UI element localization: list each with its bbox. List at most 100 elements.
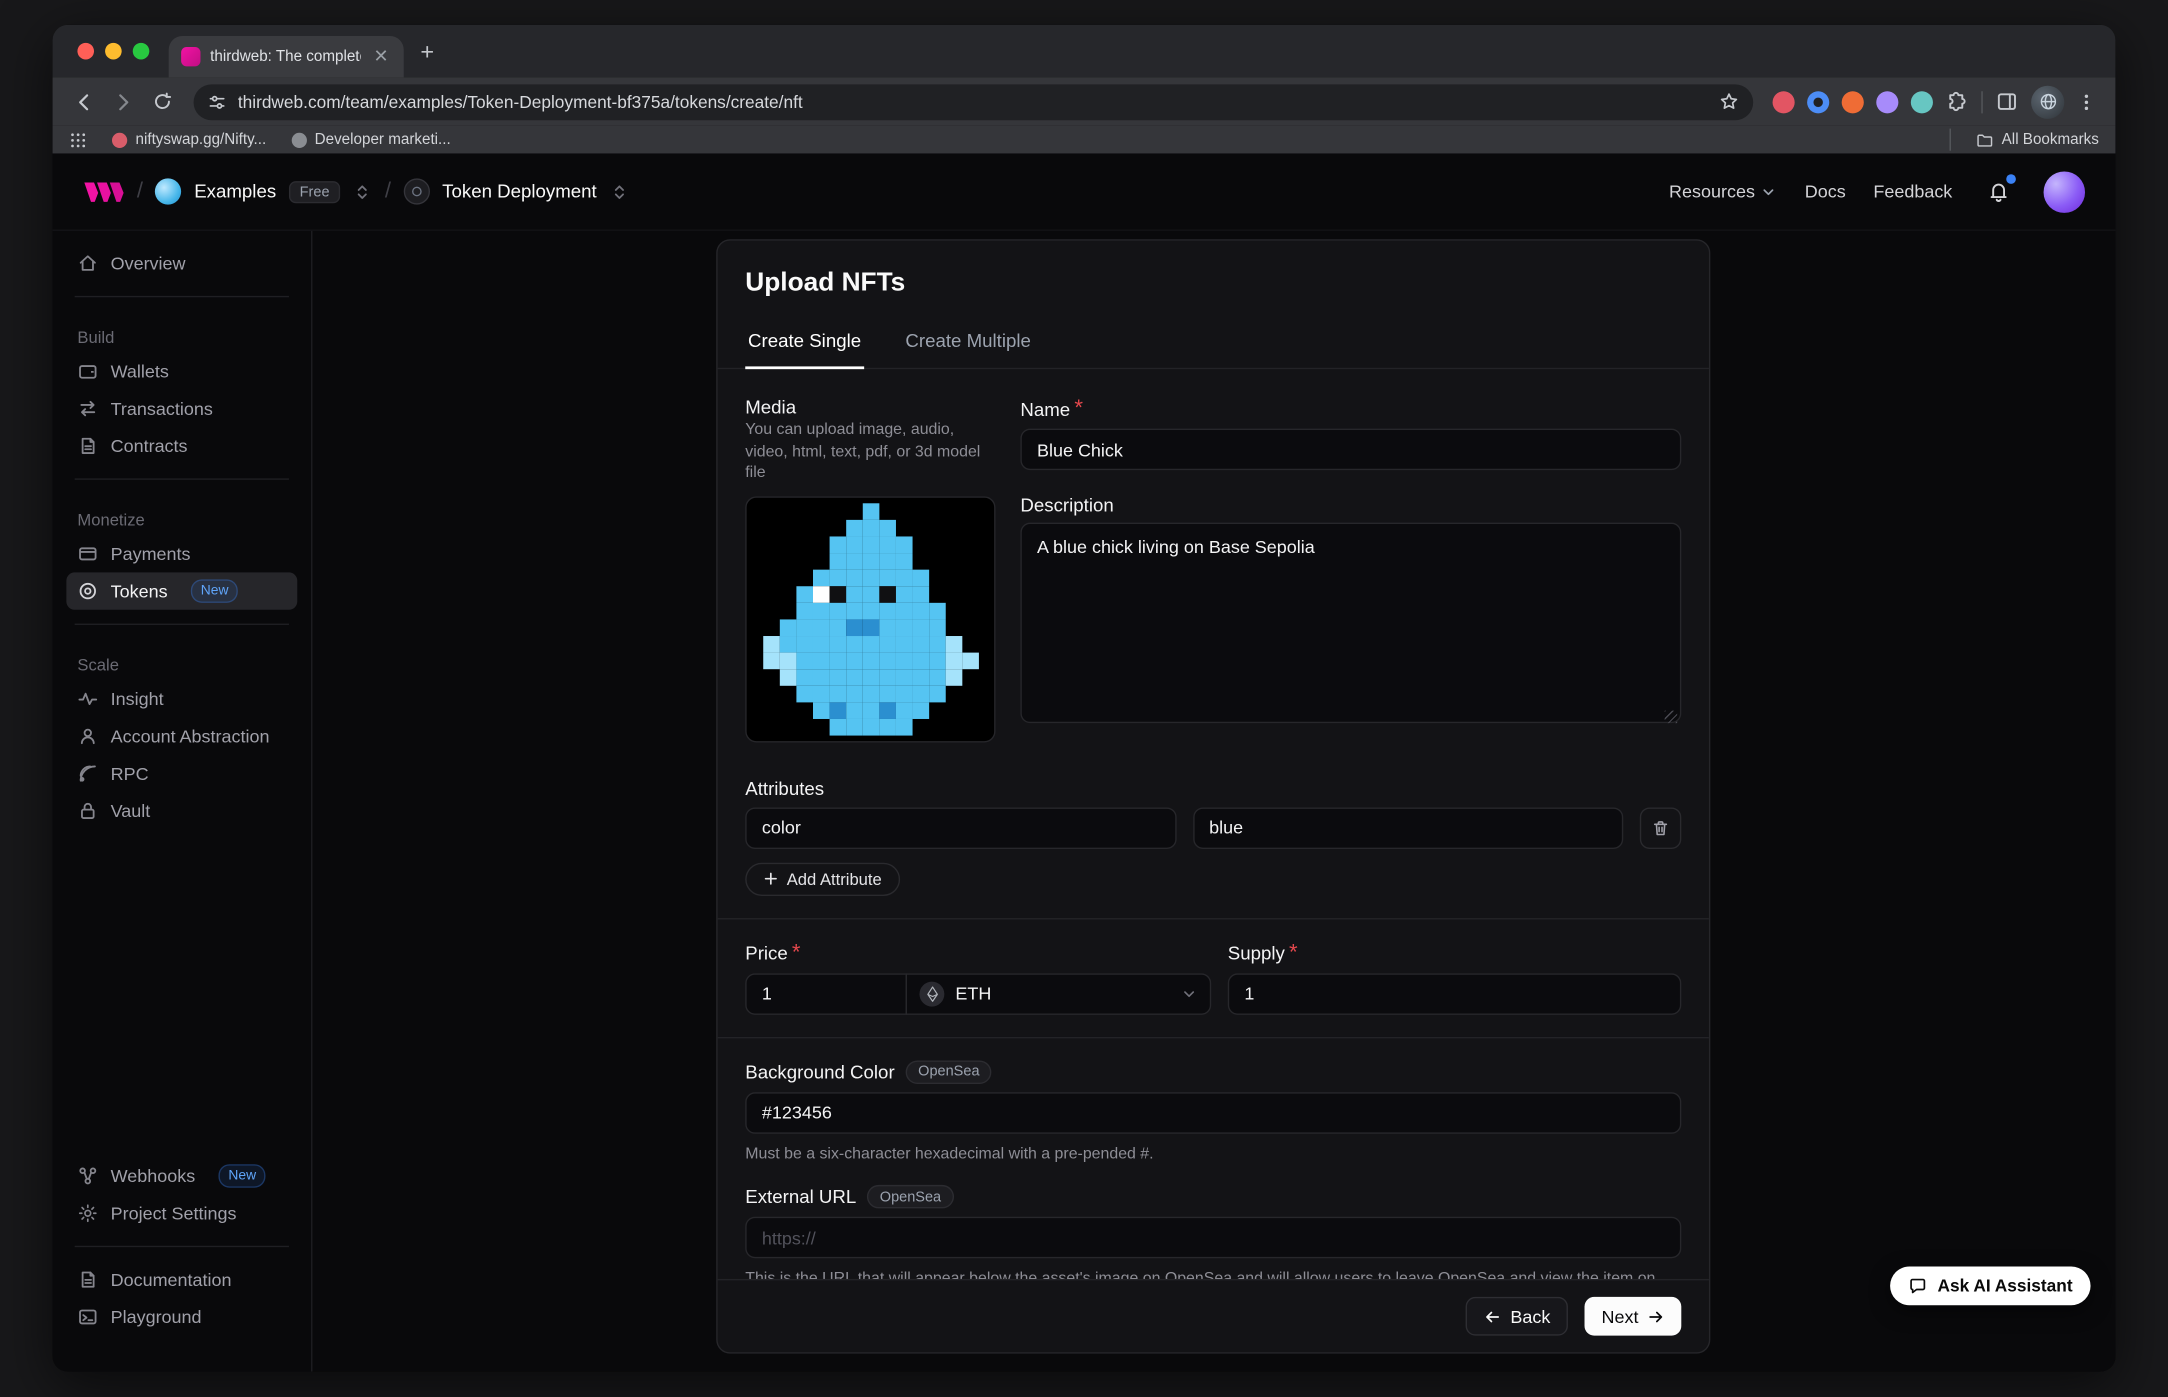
required-mark: * bbox=[1074, 397, 1083, 422]
bookmark-star-icon[interactable] bbox=[1719, 91, 1740, 112]
gear-icon bbox=[77, 1203, 98, 1224]
sidebar-item-documentation[interactable]: Documentation bbox=[66, 1261, 297, 1298]
name-input[interactable] bbox=[1020, 429, 1681, 470]
new-tab-button[interactable]: + bbox=[420, 39, 434, 63]
browser-menu-icon[interactable] bbox=[2077, 92, 2096, 111]
address-bar[interactable]: thirdweb.com/team/examples/Token-Deploym… bbox=[194, 84, 1754, 120]
sidebar-item-contracts[interactable]: Contracts bbox=[66, 427, 297, 464]
arrow-right-icon bbox=[1647, 1307, 1665, 1325]
sidebar-item-payments[interactable]: Payments bbox=[66, 535, 297, 572]
supply-label: Supply bbox=[1228, 943, 1285, 964]
refresh-button[interactable] bbox=[144, 84, 180, 120]
attribute-trait-input[interactable] bbox=[745, 807, 1176, 848]
sidebar-section-scale: Scale bbox=[77, 655, 297, 674]
supply-input[interactable] bbox=[1228, 973, 1682, 1014]
nft-pixel-art-image bbox=[763, 503, 979, 735]
sidebar-item-project-settings[interactable]: Project Settings bbox=[66, 1195, 297, 1232]
attributes-label: Attributes bbox=[745, 778, 1681, 799]
window-controls bbox=[77, 43, 149, 60]
coin-icon bbox=[77, 581, 98, 602]
sidebar-item-transactions[interactable]: Transactions bbox=[66, 390, 297, 427]
opensea-badge: OpenSea bbox=[906, 1060, 992, 1084]
sidebar-divider bbox=[75, 624, 289, 625]
arrow-left-icon bbox=[1484, 1307, 1502, 1325]
next-button[interactable]: Next bbox=[1585, 1297, 1681, 1336]
tab-close-icon[interactable]: ✕ bbox=[371, 46, 392, 68]
sidebar-item-rpc[interactable]: RPC bbox=[66, 755, 297, 792]
resize-handle[interactable] bbox=[1665, 711, 1677, 723]
webhook-icon bbox=[77, 1166, 98, 1187]
app-header: / Examples Free / Token Deployment Resou… bbox=[53, 153, 2116, 230]
sidebar-divider bbox=[75, 478, 289, 479]
back-button[interactable]: Back bbox=[1466, 1297, 1568, 1336]
bell-icon bbox=[1986, 180, 2010, 204]
zoom-window-button[interactable] bbox=[133, 43, 150, 60]
tab-favicon bbox=[181, 47, 200, 66]
apps-grid-icon[interactable] bbox=[69, 131, 87, 149]
sidebar-item-tokens[interactable]: Tokens New bbox=[66, 572, 297, 609]
sidebar-item-account-abstraction[interactable]: Account Abstraction bbox=[66, 718, 297, 755]
project-switcher-chevrons-icon[interactable] bbox=[609, 182, 628, 201]
extension-icon[interactable] bbox=[1911, 91, 1933, 113]
breadcrumb-slash: / bbox=[385, 179, 391, 204]
project-avatar bbox=[403, 178, 429, 204]
upload-nfts-card: Upload NFTs Create Single Create Multipl… bbox=[716, 239, 1710, 1353]
close-window-button[interactable] bbox=[77, 43, 94, 60]
bookmarks-divider bbox=[1949, 129, 1950, 151]
forward-arrow-icon bbox=[112, 91, 134, 113]
nft-media-preview[interactable] bbox=[745, 496, 995, 742]
extensions-row bbox=[1767, 85, 2102, 118]
add-attribute-button[interactable]: Add Attribute bbox=[745, 862, 899, 895]
lock-icon bbox=[77, 801, 98, 822]
thirdweb-logo[interactable] bbox=[83, 179, 124, 204]
description-textarea[interactable]: A blue chick living on Base Sepolia bbox=[1020, 523, 1681, 723]
url-text: thirdweb.com/team/examples/Token-Deploym… bbox=[238, 92, 1708, 111]
extension-icon[interactable] bbox=[1773, 91, 1795, 113]
plus-icon bbox=[763, 871, 778, 886]
forward-button[interactable] bbox=[105, 84, 141, 120]
delete-attribute-button[interactable] bbox=[1640, 807, 1681, 848]
ask-ai-assistant-button[interactable]: Ask AI Assistant bbox=[1890, 1267, 2090, 1306]
new-badge: New bbox=[191, 579, 238, 603]
sidebar-item-wallets[interactable]: Wallets bbox=[66, 353, 297, 390]
team-switcher-chevrons-icon[interactable] bbox=[353, 182, 372, 201]
back-button[interactable] bbox=[66, 84, 102, 120]
external-url-input[interactable] bbox=[745, 1217, 1681, 1258]
external-url-helper: This is the URL that will appear below t… bbox=[745, 1269, 1681, 1279]
browser-tab[interactable]: thirdweb: The complete web... ✕ bbox=[169, 36, 404, 77]
all-bookmarks-button[interactable]: All Bookmarks bbox=[1975, 131, 2098, 149]
extension-icon[interactable] bbox=[1842, 91, 1864, 113]
tab-create-single[interactable]: Create Single bbox=[745, 318, 864, 369]
bookmark-item[interactable]: niftyswap.gg/Nifty... bbox=[112, 131, 266, 148]
user-avatar[interactable] bbox=[2044, 171, 2085, 212]
minimize-window-button[interactable] bbox=[105, 43, 122, 60]
extension-icon[interactable] bbox=[1807, 91, 1829, 113]
chevron-down-icon bbox=[1181, 985, 1198, 1002]
site-info-icon[interactable] bbox=[207, 92, 226, 111]
sidebar-item-playground[interactable]: Playground bbox=[66, 1298, 297, 1335]
project-name[interactable]: Token Deployment bbox=[442, 181, 597, 202]
toolbar-divider bbox=[1981, 91, 1982, 113]
team-name[interactable]: Examples bbox=[194, 181, 276, 202]
price-input[interactable] bbox=[745, 973, 907, 1014]
nav-resources[interactable]: Resources bbox=[1669, 181, 1777, 202]
sidebar-item-webhooks[interactable]: Webhooks New bbox=[66, 1157, 297, 1194]
tab-strip: thirdweb: The complete web... ✕ + bbox=[53, 25, 2116, 78]
bookmark-item[interactable]: Developer marketi... bbox=[291, 131, 451, 148]
extensions-puzzle-icon[interactable] bbox=[1945, 90, 1969, 114]
attribute-value-input[interactable] bbox=[1193, 807, 1624, 848]
notifications-button[interactable] bbox=[1980, 174, 2016, 210]
extension-icon[interactable] bbox=[1876, 91, 1898, 113]
header-nav: Resources Docs Feedback bbox=[1669, 171, 2085, 212]
nav-docs[interactable]: Docs bbox=[1805, 181, 1846, 202]
browser-profile-avatar[interactable] bbox=[2031, 85, 2064, 118]
nav-feedback[interactable]: Feedback bbox=[1873, 181, 1952, 202]
currency-select[interactable]: ETH bbox=[906, 973, 1212, 1014]
background-color-input[interactable] bbox=[745, 1092, 1681, 1133]
transactions-icon bbox=[77, 398, 98, 419]
sidebar-item-vault[interactable]: Vault bbox=[66, 792, 297, 829]
sidebar-item-overview[interactable]: Overview bbox=[66, 245, 297, 282]
sidebar-item-insight[interactable]: Insight bbox=[66, 680, 297, 717]
tab-create-multiple[interactable]: Create Multiple bbox=[903, 318, 1034, 369]
side-panel-icon[interactable] bbox=[1995, 90, 2019, 114]
